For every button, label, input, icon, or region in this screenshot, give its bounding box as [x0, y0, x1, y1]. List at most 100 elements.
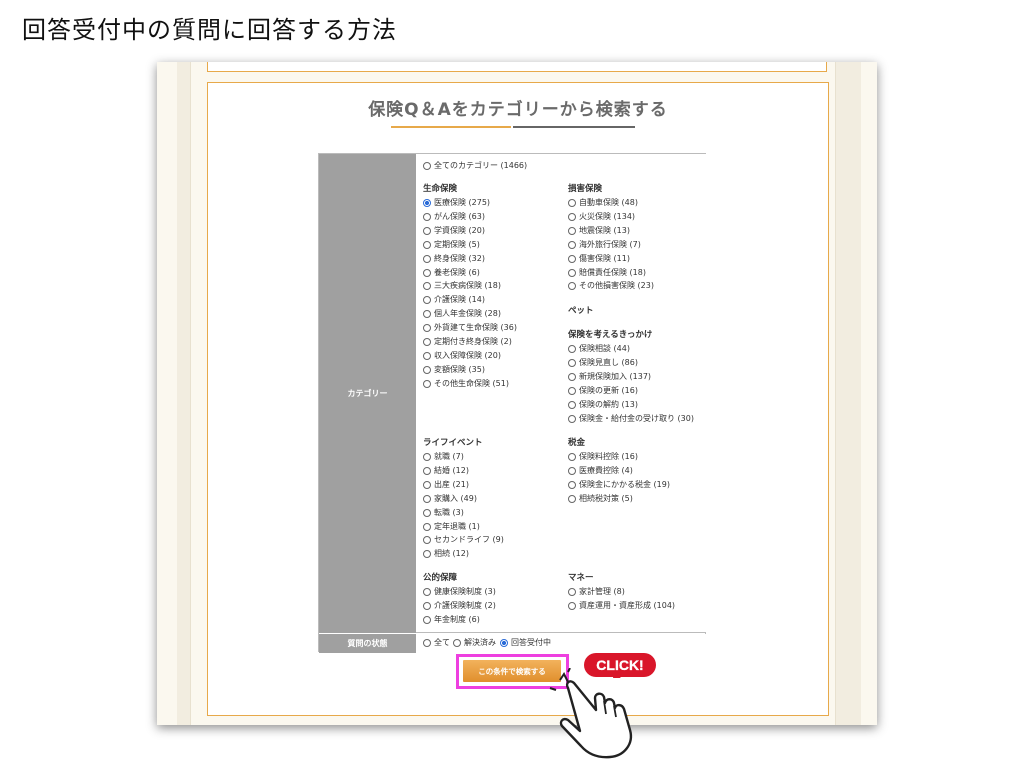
radio-icon[interactable] — [568, 372, 576, 381]
category-option-lifeevent[interactable]: セカンドライフ (9) — [423, 535, 504, 545]
category-option-public[interactable]: 介護保険制度 (2) — [423, 601, 496, 611]
category-option-tax[interactable]: 保険料控除 (16) — [568, 452, 638, 462]
radio-icon[interactable] — [423, 494, 431, 503]
radio-icon[interactable] — [423, 240, 431, 249]
radio-icon[interactable] — [423, 282, 431, 291]
radio-icon[interactable] — [453, 639, 461, 647]
radio-icon[interactable] — [423, 508, 431, 517]
radio-icon[interactable] — [568, 240, 576, 249]
category-option-money[interactable]: 家計管理 (8) — [568, 587, 625, 597]
radio-icon[interactable] — [423, 268, 431, 277]
category-option-lifeevent[interactable]: 家購入 (49) — [423, 494, 477, 504]
category-option-lifeevent[interactable]: 相続 (12) — [423, 549, 469, 559]
radio-icon[interactable] — [568, 601, 576, 610]
search-button[interactable]: この条件で検索する — [463, 660, 561, 682]
category-option-damage[interactable]: その他損害保険 (23) — [568, 281, 654, 291]
radio-icon[interactable] — [423, 453, 431, 461]
radio-icon[interactable] — [423, 601, 431, 610]
radio-icon[interactable] — [568, 212, 576, 221]
category-option-trigger[interactable]: 保険見直し (86) — [568, 358, 638, 368]
category-option-life[interactable]: 外貨建て生命保険 (36) — [423, 323, 517, 333]
radio-icon[interactable] — [568, 494, 576, 503]
category-option-damage[interactable]: 自動車保険 (48) — [568, 198, 638, 208]
option-label: 学資保険 (20) — [434, 225, 485, 235]
category-option-life[interactable]: 三大疾病保険 (18) — [423, 281, 501, 291]
category-option-damage[interactable]: 地震保険 (13) — [568, 226, 630, 236]
radio-icon[interactable] — [568, 254, 576, 263]
category-option-life[interactable]: 介護保険 (14) — [423, 295, 485, 305]
category-option-lifeevent[interactable]: 出産 (21) — [423, 480, 469, 490]
radio-icon[interactable] — [423, 226, 431, 235]
category-option-trigger[interactable]: 保険相談 (44) — [568, 344, 630, 354]
radio-icon[interactable] — [423, 550, 431, 559]
category-option-money[interactable]: 資産運用・資産形成 (104) — [568, 601, 675, 611]
category-option-damage[interactable]: 海外旅行保険 (7) — [568, 240, 641, 250]
category-option-tax[interactable]: 相続税対策 (5) — [568, 494, 633, 504]
radio-icon[interactable] — [423, 324, 431, 333]
radio-icon[interactable] — [568, 414, 576, 423]
category-option-damage[interactable]: 火災保険 (134) — [568, 212, 635, 222]
category-option-life[interactable]: 医療保険 (275) — [423, 198, 490, 208]
radio-icon[interactable] — [423, 466, 431, 475]
radio-icon[interactable] — [568, 226, 576, 235]
radio-icon[interactable] — [423, 351, 431, 360]
radio-icon[interactable] — [423, 522, 431, 531]
category-option-life[interactable]: がん保険 (63) — [423, 212, 485, 222]
category-option-life[interactable]: 終身保険 (32) — [423, 254, 485, 264]
category-option-tax[interactable]: 保険金にかかる税金 (19) — [568, 480, 670, 490]
radio-icon[interactable] — [568, 588, 576, 596]
category-option-life[interactable]: 変額保険 (35) — [423, 365, 485, 375]
status-option[interactable]: 回答受付中 — [500, 638, 551, 648]
radio-icon[interactable] — [423, 365, 431, 374]
radio-icon[interactable] — [423, 338, 431, 346]
category-option-tax[interactable]: 医療費控除 (4) — [568, 466, 633, 476]
radio-icon[interactable] — [423, 379, 431, 388]
category-option-damage[interactable]: 賠償責任保険 (18) — [568, 268, 646, 278]
category-option-public[interactable]: 年金制度 (6) — [423, 615, 480, 625]
radio-icon[interactable] — [423, 588, 431, 596]
radio-icon[interactable] — [423, 199, 431, 207]
radio-icon[interactable] — [568, 453, 576, 461]
category-option-life[interactable]: 収入保障保険 (20) — [423, 351, 501, 361]
radio-icon[interactable] — [568, 400, 576, 409]
category-option-lifeevent[interactable]: 定年退職 (1) — [423, 522, 480, 532]
category-option-lifeevent[interactable]: 就職 (7) — [423, 452, 464, 462]
category-option-life[interactable]: 個人年金保険 (28) — [423, 309, 501, 319]
category-option-life[interactable]: 養老保険 (6) — [423, 268, 480, 278]
radio-icon[interactable] — [568, 268, 576, 277]
category-option-trigger[interactable]: 保険の更新 (16) — [568, 386, 638, 396]
radio-icon[interactable] — [568, 358, 576, 367]
radio-icon[interactable] — [423, 254, 431, 263]
category-option-trigger[interactable]: 新規保険加入 (137) — [568, 372, 651, 382]
category-option-life[interactable]: 学資保険 (20) — [423, 226, 485, 236]
radio-icon[interactable] — [423, 310, 431, 319]
category-option-trigger[interactable]: 保険金・給付金の受け取り (30) — [568, 414, 694, 424]
status-option[interactable]: 全て — [423, 638, 450, 648]
option-label: 家購入 (49) — [434, 493, 477, 503]
category-option-public[interactable]: 健康保険制度 (3) — [423, 587, 496, 597]
radio-icon[interactable] — [568, 480, 576, 489]
radio-icon[interactable] — [568, 199, 576, 207]
radio-icon[interactable] — [500, 639, 508, 647]
radio-icon[interactable] — [568, 386, 576, 395]
option-label: 回答受付中 — [511, 638, 551, 647]
radio-icon[interactable] — [423, 296, 431, 305]
category-option-lifeevent[interactable]: 転職 (3) — [423, 508, 464, 518]
radio-icon[interactable] — [423, 162, 431, 170]
radio-icon[interactable] — [423, 615, 431, 624]
radio-icon[interactable] — [423, 480, 431, 489]
category-option-damage[interactable]: 傷害保険 (11) — [568, 254, 630, 264]
radio-icon[interactable] — [423, 639, 431, 647]
radio-icon[interactable] — [568, 466, 576, 475]
radio-icon[interactable] — [568, 345, 576, 353]
radio-icon[interactable] — [568, 282, 576, 291]
category-option-life[interactable]: その他生命保険 (51) — [423, 379, 509, 389]
category-option-lifeevent[interactable]: 結婚 (12) — [423, 466, 469, 476]
category-option-all[interactable]: 全てのカテゴリー (1466) — [423, 161, 527, 171]
radio-icon[interactable] — [423, 536, 431, 545]
category-option-trigger[interactable]: 保険の解約 (13) — [568, 400, 638, 410]
category-option-life[interactable]: 定期保険 (5) — [423, 240, 480, 250]
radio-icon[interactable] — [423, 212, 431, 221]
status-option[interactable]: 解決済み — [453, 638, 496, 648]
category-option-life[interactable]: 定期付き終身保険 (2) — [423, 337, 512, 347]
